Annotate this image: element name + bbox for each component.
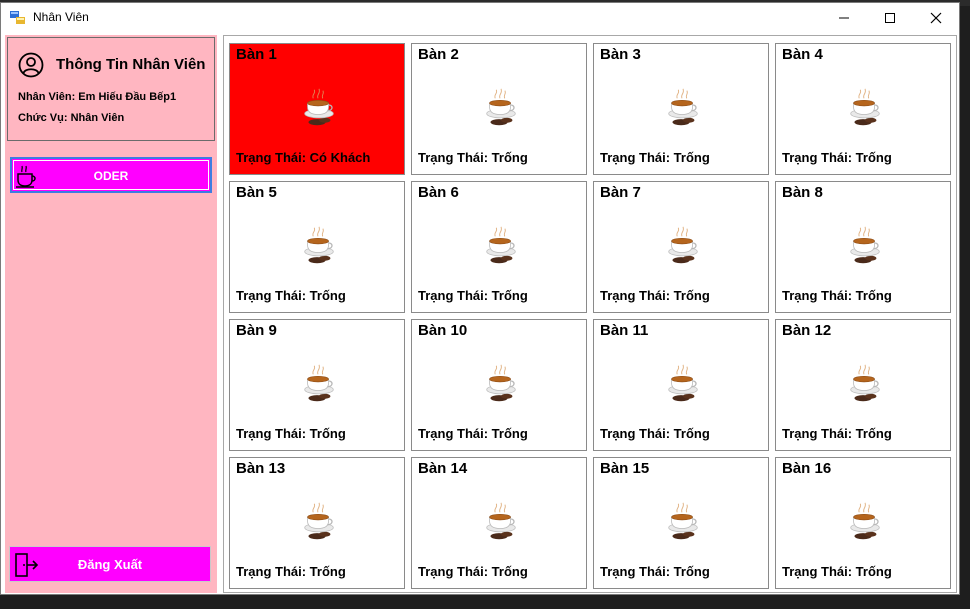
table-card[interactable]: Bàn 2 Trạng Thái: Trống <box>411 43 587 175</box>
coffee-cup-icon <box>304 226 334 264</box>
employee-position: Chức Vụ: Nhân Viên <box>18 112 125 124</box>
table-grid: Bàn 1 Trạng Thái: Có Khách Bàn 2 Trạng Thái… <box>223 35 957 593</box>
logout-label: Đăng Xuất <box>77 557 143 572</box>
coffee-cup-icon <box>850 88 880 126</box>
table-name: Bàn 9 <box>236 322 277 339</box>
table-name: Bàn 8 <box>782 184 823 201</box>
table-status: Trạng Thái: Trống <box>782 288 892 303</box>
table-status: Trạng Thái: Trống <box>418 426 528 441</box>
table-name: Bàn 12 <box>782 322 832 339</box>
table-card[interactable]: Bàn 14 Trạng Thái: Trống <box>411 457 587 589</box>
table-name: Bàn 11 <box>600 322 649 339</box>
table-name: Bàn 6 <box>418 184 459 201</box>
table-name: Bàn 16 <box>782 460 832 477</box>
coffee-cup-icon <box>850 226 880 264</box>
employee-info-panel: Thông Tin Nhân Viên Nhân Viên: Em Hiếu Đ… <box>7 37 215 141</box>
table-status: Trạng Thái: Trống <box>418 564 528 579</box>
table-status: Trạng Thái: Trống <box>600 288 710 303</box>
sidebar: Thông Tin Nhân Viên Nhân Viên: Em Hiếu Đ… <box>5 35 217 593</box>
table-card[interactable]: Bàn 6 Trạng Thái: Trống <box>411 181 587 313</box>
table-card[interactable]: Bàn 4 Trạng Thái: Trống <box>775 43 951 175</box>
table-card[interactable]: Bàn 7 Trạng Thái: Trống <box>593 181 769 313</box>
employee-name: Nhân Viên: Em Hiếu Đầu Bếp1 <box>18 91 177 103</box>
table-card[interactable]: Bàn 10 Trạng Thái: Trống <box>411 319 587 451</box>
table-card[interactable]: Bàn 11 Trạng Thái: Trống <box>593 319 769 451</box>
table-name: Bàn 15 <box>600 460 650 477</box>
table-status: Trạng Thái: Trống <box>236 426 346 441</box>
table-card[interactable]: Bàn 13 Trạng Thái: Trống <box>229 457 405 589</box>
oder-label: ODER <box>93 169 129 183</box>
title-bar: Nhân Viên <box>1 3 959 33</box>
coffee-cup-icon <box>668 364 698 402</box>
table-card[interactable]: Bàn 5 Trạng Thái: Trống <box>229 181 405 313</box>
table-status: Trạng Thái: Trống <box>782 426 892 441</box>
coffee-cup-icon <box>486 88 516 126</box>
table-card[interactable]: Bàn 16 Trạng Thái: Trống <box>775 457 951 589</box>
table-name: Bàn 13 <box>236 460 286 477</box>
table-card[interactable]: Bàn 3 Trạng Thái: Trống <box>593 43 769 175</box>
table-name: Bàn 2 <box>418 46 459 63</box>
app-window: Nhân Viên Thông Tin Nhân Viên Nhân Viên:… <box>0 2 960 595</box>
user-icon <box>18 52 44 78</box>
table-status: Trạng Thái: Có Khách <box>236 150 371 165</box>
table-status: Trạng Thái: Trống <box>418 288 528 303</box>
close-button[interactable] <box>913 3 959 33</box>
coffee-cup-icon <box>668 88 698 126</box>
table-name: Bàn 14 <box>418 460 468 477</box>
table-card[interactable]: Bàn 1 Trạng Thái: Có Khách <box>229 43 405 175</box>
table-status: Trạng Thái: Trống <box>600 564 710 579</box>
table-name: Bàn 10 <box>418 322 468 339</box>
coffee-cup-icon <box>304 364 334 402</box>
table-name: Bàn 4 <box>782 46 823 63</box>
coffee-cup-icon <box>668 502 698 540</box>
table-card[interactable]: Bàn 12 Trạng Thái: Trống <box>775 319 951 451</box>
window-title: Nhân Viên <box>33 10 89 24</box>
table-status: Trạng Thái: Trống <box>236 564 346 579</box>
logout-button[interactable]: Đăng Xuất <box>9 546 211 582</box>
table-status: Trạng Thái: Trống <box>600 426 710 441</box>
table-card[interactable]: Bàn 15 Trạng Thái: Trống <box>593 457 769 589</box>
table-name: Bàn 7 <box>600 184 641 201</box>
coffee-cup-icon <box>850 364 880 402</box>
table-card[interactable]: Bàn 9 Trạng Thái: Trống <box>229 319 405 451</box>
coffee-cup-icon <box>850 502 880 540</box>
table-name: Bàn 1 <box>236 46 277 63</box>
maximize-icon <box>885 13 895 23</box>
coffee-cup-icon <box>486 502 516 540</box>
coffee-cup-icon <box>668 226 698 264</box>
table-status: Trạng Thái: Trống <box>418 150 528 165</box>
table-name: Bàn 5 <box>236 184 277 201</box>
oder-button[interactable]: ODER <box>10 157 212 193</box>
table-card[interactable]: Bàn 8 Trạng Thái: Trống <box>775 181 951 313</box>
coffee-cup-icon <box>486 226 516 264</box>
table-name: Bàn 3 <box>600 46 641 63</box>
table-status: Trạng Thái: Trống <box>782 564 892 579</box>
table-status: Trạng Thái: Trống <box>600 150 710 165</box>
close-icon <box>930 12 942 24</box>
maximize-button[interactable] <box>867 3 913 33</box>
minimize-icon <box>839 17 849 19</box>
coffee-cup-icon <box>304 502 334 540</box>
employee-info-title: Thông Tin Nhân Viên <box>56 56 206 73</box>
app-icon <box>10 11 25 24</box>
table-status: Trạng Thái: Trống <box>236 288 346 303</box>
table-status: Trạng Thái: Trống <box>782 150 892 165</box>
coffee-cup-icon <box>304 88 334 126</box>
coffee-cup-icon <box>486 364 516 402</box>
minimize-button[interactable] <box>821 3 867 33</box>
